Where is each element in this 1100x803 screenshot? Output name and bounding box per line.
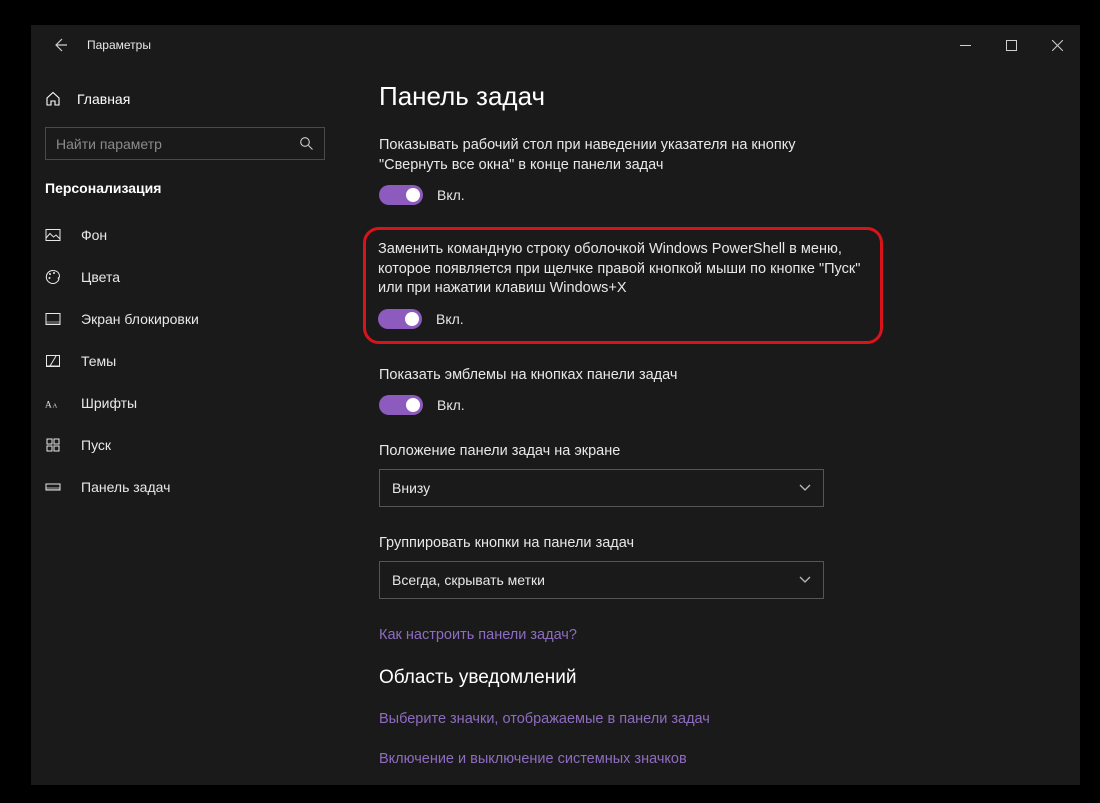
- toggle-badges[interactable]: [379, 395, 423, 415]
- select-value: Всегда, скрывать метки: [392, 572, 545, 588]
- sidebar-item-label: Фон: [81, 227, 107, 243]
- toggle-state: Вкл.: [437, 397, 465, 413]
- section-notification-area: Область уведомлений: [379, 667, 1040, 689]
- sidebar-item-taskbar[interactable]: Панель задач: [31, 466, 339, 508]
- sidebar-item-colors[interactable]: Цвета: [31, 256, 339, 298]
- home-link[interactable]: Главная: [31, 81, 339, 117]
- chevron-down-icon: [799, 576, 811, 584]
- palette-icon: [45, 269, 61, 285]
- setting-label: Показать эмблемы на кнопках панели задач: [379, 366, 859, 386]
- settings-window: Параметры Главная: [31, 25, 1080, 785]
- toggle-state: Вкл.: [437, 187, 465, 203]
- toggle-state: Вкл.: [436, 311, 464, 327]
- sidebar-item-themes[interactable]: Темы: [31, 340, 339, 382]
- page-title: Панель задач: [379, 81, 1040, 112]
- setting-label: Показывать рабочий стол при наведении ук…: [379, 136, 859, 175]
- title-bar: Параметры: [31, 25, 1080, 65]
- setting-powershell: Заменить командную строку оболочкой Wind…: [378, 240, 862, 329]
- search-box[interactable]: [45, 127, 325, 160]
- close-button[interactable]: [1034, 25, 1080, 65]
- image-icon: [45, 227, 61, 243]
- sidebar-item-label: Темы: [81, 353, 116, 369]
- sidebar-item-label: Панель задач: [81, 479, 170, 495]
- link-system-icons[interactable]: Включение и выключение системных значков: [379, 751, 1040, 767]
- grouping-select[interactable]: Всегда, скрывать метки: [379, 561, 824, 599]
- window-title: Параметры: [87, 38, 151, 52]
- content-area: Панель задач Показывать рабочий стол при…: [339, 65, 1080, 785]
- taskbar-icon: [45, 479, 61, 495]
- chevron-down-icon: [799, 484, 811, 492]
- position-label: Положение панели задач на экране: [379, 443, 1040, 459]
- search-input[interactable]: [56, 136, 290, 152]
- setting-show-desktop: Показывать рабочий стол при наведении ук…: [379, 136, 859, 205]
- grouping-label: Группировать кнопки на панели задач: [379, 535, 1040, 551]
- setting-badges: Показать эмблемы на кнопках панели задач…: [379, 366, 859, 416]
- sidebar-item-label: Шрифты: [81, 395, 137, 411]
- link-select-icons[interactable]: Выберите значки, отображаемые в панели з…: [379, 711, 1040, 727]
- select-value: Внизу: [392, 480, 430, 496]
- svg-text:A: A: [45, 401, 52, 410]
- search-icon: [299, 136, 314, 151]
- arrow-left-icon: [52, 37, 68, 53]
- toggle-powershell[interactable]: [378, 309, 422, 329]
- lockscreen-icon: [45, 311, 61, 327]
- position-select[interactable]: Внизу: [379, 469, 824, 507]
- sidebar-item-label: Пуск: [81, 437, 111, 453]
- svg-text:A: A: [53, 403, 58, 410]
- home-icon: [45, 91, 61, 107]
- minimize-button[interactable]: [942, 25, 988, 65]
- sidebar-item-fonts[interactable]: AA Шрифты: [31, 382, 339, 424]
- section-header: Персонализация: [31, 174, 339, 214]
- sidebar-item-background[interactable]: Фон: [31, 214, 339, 256]
- maximize-button[interactable]: [988, 25, 1034, 65]
- highlight-box: Заменить командную строку оболочкой Wind…: [363, 227, 883, 344]
- sidebar-item-label: Цвета: [81, 269, 120, 285]
- back-button[interactable]: [49, 34, 71, 56]
- sidebar-item-start[interactable]: Пуск: [31, 424, 339, 466]
- sidebar-item-label: Экран блокировки: [81, 311, 199, 327]
- sidebar: Главная Персонализация Фон: [31, 65, 339, 785]
- themes-icon: [45, 353, 61, 369]
- home-label: Главная: [77, 91, 130, 107]
- fonts-icon: AA: [45, 395, 61, 411]
- toggle-show-desktop[interactable]: [379, 185, 423, 205]
- window-controls: [942, 25, 1080, 65]
- start-icon: [45, 437, 61, 453]
- sidebar-item-lockscreen[interactable]: Экран блокировки: [31, 298, 339, 340]
- help-link-taskbar[interactable]: Как настроить панели задач?: [379, 627, 1040, 643]
- setting-label: Заменить командную строку оболочкой Wind…: [378, 240, 862, 299]
- nav-list: Фон Цвета Экран блокировки: [31, 214, 339, 508]
